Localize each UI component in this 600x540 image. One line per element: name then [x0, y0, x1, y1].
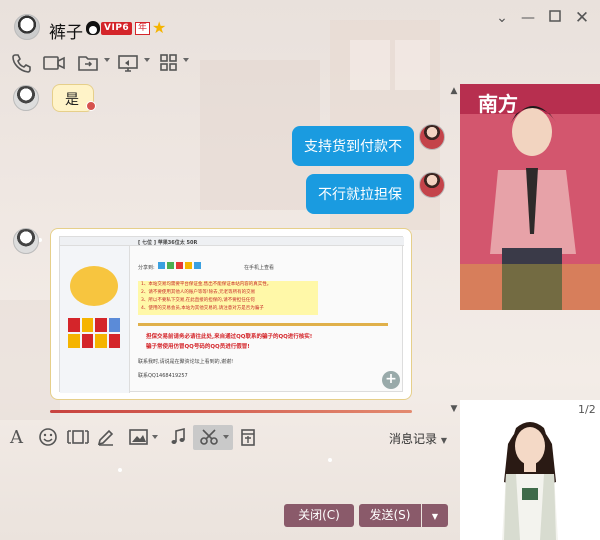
contact-message-avatar[interactable]: [13, 85, 39, 111]
chevron-down-icon[interactable]: ⌄: [493, 9, 511, 27]
ad-page-indicator: 1/2: [578, 403, 596, 416]
screenshot-notice-line: 1、本站交易均需要平台保证金,售出不能保证本站内容的真实性。: [141, 282, 272, 287]
my-message-avatar[interactable]: [419, 124, 445, 150]
message-input[interactable]: [0, 452, 460, 498]
year-badge: 年: [135, 22, 151, 35]
screenshot-contact-note: 联系我时,请说是在聚资论坛上看到的,谢谢!: [138, 359, 234, 365]
screenshot-user-panel: [60, 246, 130, 393]
next-message-edge: [50, 410, 412, 413]
ad-top-title: 南方: [478, 92, 518, 116]
zoom-in-icon[interactable]: +: [382, 371, 400, 389]
contact-message-avatar[interactable]: [13, 228, 39, 254]
history-caret-icon: ▼: [440, 436, 447, 445]
message-text: 不行就拉担保: [318, 187, 402, 203]
message-text: 支持货到付款不: [304, 139, 402, 155]
screenshot-share-label: 分享到:: [138, 265, 155, 271]
folder-transfer-caret-icon[interactable]: [104, 58, 110, 62]
screen-share-icon[interactable]: [117, 52, 141, 76]
chevron-down-icon: ▼: [431, 512, 439, 521]
screenshot-thread-title: [ 七位 ] 苹果36位太 50R: [138, 240, 198, 246]
music-icon[interactable]: [168, 427, 190, 449]
ad-banner-bottom[interactable]: [460, 400, 600, 540]
scissors-caret-icon[interactable]: [223, 435, 229, 439]
image-caret-icon[interactable]: [152, 435, 158, 439]
apps-caret-icon[interactable]: [183, 58, 189, 62]
red-packet-icon[interactable]: [238, 427, 260, 449]
emoji-icon[interactable]: [38, 427, 60, 449]
screenshot-share-icons: [158, 262, 218, 270]
contact-name: 裤子: [49, 23, 83, 43]
message-text: 是: [65, 92, 79, 108]
close-button[interactable]: 关闭(C): [284, 504, 354, 527]
phone-icon[interactable]: [10, 52, 34, 76]
my-message-avatar[interactable]: [419, 172, 445, 198]
close-icon[interactable]: ✕: [573, 9, 591, 27]
qq-penguin-icon: [86, 21, 100, 35]
forum-screenshot: [ 七位 ] 苹果36位太 50R 分享到: 在手机上查看 1、本站交易均需要平…: [59, 236, 404, 393]
message-bubble-right[interactable]: 支持货到付款不: [292, 126, 414, 166]
screenshot-user-avatar: [70, 266, 118, 306]
message-history-label: 消息记录: [389, 432, 438, 446]
screenshot-mobile-label: 在手机上查看: [244, 265, 275, 271]
video-icon[interactable]: [42, 52, 66, 76]
font-icon[interactable]: A: [10, 427, 32, 449]
screenshot-medals: [68, 318, 120, 348]
screenshot-header: [60, 237, 404, 246]
avatar-illustration: [502, 422, 558, 540]
scissors-icon[interactable]: [199, 427, 221, 449]
contact-avatar[interactable]: [14, 14, 40, 40]
screenshot-divider: [138, 323, 388, 326]
screenshot-warning-line: 骗子常使用仿冒QQ号码的QQ员进行假冒!: [146, 344, 250, 350]
star-icon[interactable]: ★: [152, 18, 166, 37]
contact-status-icon: [86, 101, 96, 111]
ad-scroll-up-icon[interactable]: ▲: [448, 86, 460, 96]
image-icon[interactable]: [128, 427, 150, 449]
message-bubble-right[interactable]: 不行就拉担保: [306, 174, 414, 214]
screenshot-notice-line: 3、所以不要私下交易,在此直接的担保的,请不要担任任何: [141, 298, 255, 303]
screenshot-warning-line: 担保交易前请务必请往此处,来自通过QQ联系的骗子的QQ进行核实!: [146, 334, 313, 340]
vip-badge[interactable]: VIP6: [101, 22, 133, 35]
ad-fashion-illustration: [460, 84, 600, 310]
apps-icon[interactable]: [158, 52, 182, 76]
ad-banner-top[interactable]: 南方: [460, 84, 600, 310]
send-options-button[interactable]: ▼: [422, 504, 448, 527]
folder-transfer-icon[interactable]: [77, 52, 101, 76]
maximize-icon[interactable]: [546, 9, 564, 27]
send-button[interactable]: 发送(S): [359, 504, 421, 527]
screenshot-notice-line: 2、请不要使用其他人的账户等等!除去,元老等所有的交易: [141, 290, 256, 295]
screenshot-notice-block: 1、本站交易均需要平台保证金,售出不能保证本站内容的真实性。 2、请不要使用其他…: [138, 281, 318, 315]
screen-share-caret-icon[interactable]: [144, 58, 150, 62]
chat-toolbar: [0, 50, 460, 80]
gif-icon[interactable]: [66, 427, 89, 449]
pen-icon[interactable]: [96, 427, 118, 449]
ad-scroll-down-icon[interactable]: ▼: [448, 404, 460, 414]
message-history-link[interactable]: 消息记录 ▼: [389, 430, 447, 447]
image-message[interactable]: [ 七位 ] 苹果36位太 50R 分享到: 在手机上查看 1、本站交易均需要平…: [50, 228, 412, 400]
minimize-icon[interactable]: —: [519, 9, 537, 27]
screenshot-notice-line: 4、使用的交易会员,本站为其他交易的,请注意对方是否为骗子: [141, 306, 264, 311]
screenshot-contact-qq: 联系QQ1468419257: [138, 373, 188, 379]
